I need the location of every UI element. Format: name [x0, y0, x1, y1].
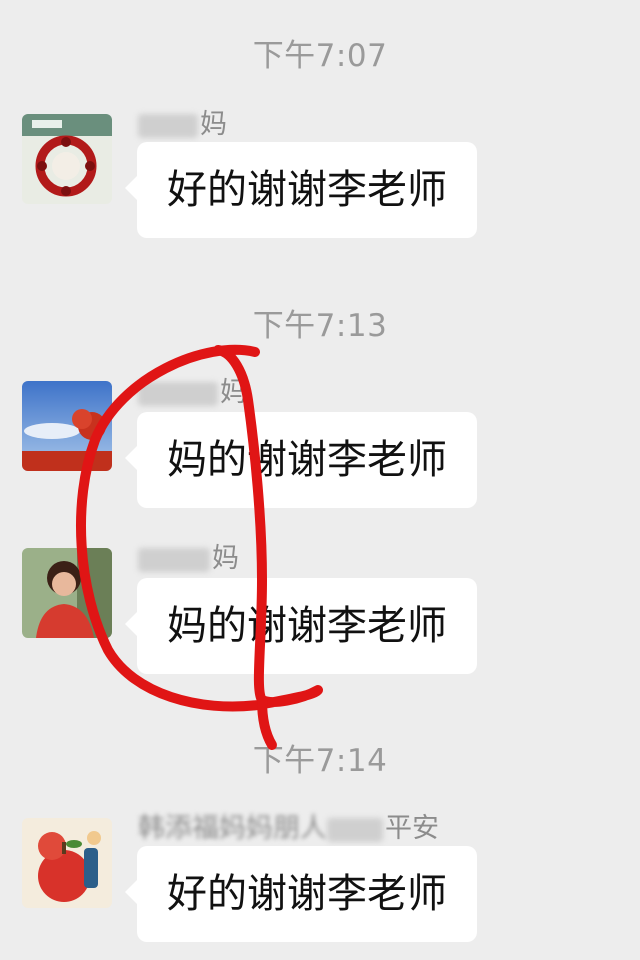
timestamp: 下午7:07 — [252, 38, 388, 74]
message-bubble[interactable]: 妈的谢谢李老师 — [125, 412, 477, 508]
sender-name: 韩添福妈妈朋人 平安 — [138, 813, 439, 844]
avatar[interactable] — [22, 381, 112, 471]
avatar[interactable] — [22, 818, 112, 908]
message-bubble[interactable]: 妈的谢谢李老师 — [125, 578, 477, 674]
message-bubble[interactable]: 好的谢谢李老师 — [125, 142, 477, 238]
avatar[interactable] — [22, 114, 112, 204]
message-bubble[interactable]: 好的谢谢李老师 — [125, 846, 477, 942]
avatar-person-photo-icon — [22, 548, 112, 638]
avatar-apple-cartoon-icon — [22, 818, 112, 908]
blurred-name — [138, 547, 210, 572]
blurred-name — [138, 113, 198, 138]
sender-name: 妈 — [138, 102, 227, 141]
blurred-name — [327, 817, 383, 842]
avatar[interactable] — [22, 548, 112, 638]
sender-name: 妈 — [138, 536, 239, 575]
sender-name: 妈 — [138, 370, 247, 409]
timestamp: 下午7:14 — [252, 743, 388, 779]
timestamp: 下午7:13 — [252, 308, 388, 344]
blurred-name — [138, 381, 218, 406]
avatar-sky-tree-icon — [22, 381, 112, 471]
avatar-strawberry-circle-icon — [22, 114, 112, 204]
